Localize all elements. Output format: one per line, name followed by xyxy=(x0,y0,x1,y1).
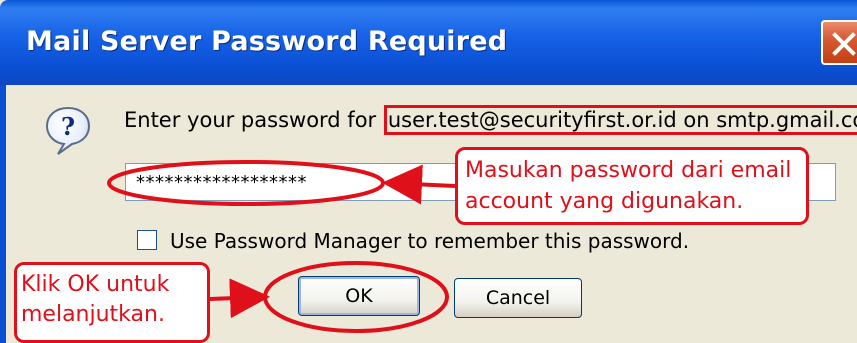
ok-arrow xyxy=(209,278,270,319)
svg-text:?: ? xyxy=(61,112,75,141)
title-bar: Mail Server Password Required xyxy=(0,0,857,85)
password-annotation-line-2: account yang digunakan. xyxy=(465,189,744,214)
window-frame-left xyxy=(0,85,6,343)
dialog-title: Mail Server Password Required xyxy=(26,26,508,57)
ok-annotation: Klik OK untuk melanjutkan. xyxy=(14,262,210,343)
cancel-button-label: Cancel xyxy=(485,287,551,309)
remember-password-label[interactable]: Use Password Manager to remember this pa… xyxy=(170,229,689,253)
question-icon: ? xyxy=(45,106,91,155)
prompt-prefix: Enter your password for xyxy=(124,108,383,132)
password-dialog: Mail Server Password Required ? Enter yo… xyxy=(0,0,857,343)
close-icon xyxy=(832,32,856,56)
account-name: user.test@securityfirst.or.id on smtp.gm… xyxy=(383,105,857,135)
ok-annotation-line-2: melanjutkan. xyxy=(21,302,165,327)
ok-button[interactable]: OK xyxy=(298,276,420,316)
password-annotation: Masukan password dari email account yang… xyxy=(455,147,809,225)
remember-password-checkbox[interactable] xyxy=(137,230,157,250)
close-button[interactable] xyxy=(821,20,857,65)
ok-button-label: OK xyxy=(345,285,373,307)
password-prompt: Enter your password for user.test@securi… xyxy=(124,105,857,135)
password-annotation-line-1: Masukan password dari email xyxy=(465,158,792,183)
password-value: ****************** xyxy=(136,172,307,193)
cancel-button[interactable]: Cancel xyxy=(454,278,582,318)
ok-annotation-line-1: Klik OK untuk xyxy=(21,272,170,297)
